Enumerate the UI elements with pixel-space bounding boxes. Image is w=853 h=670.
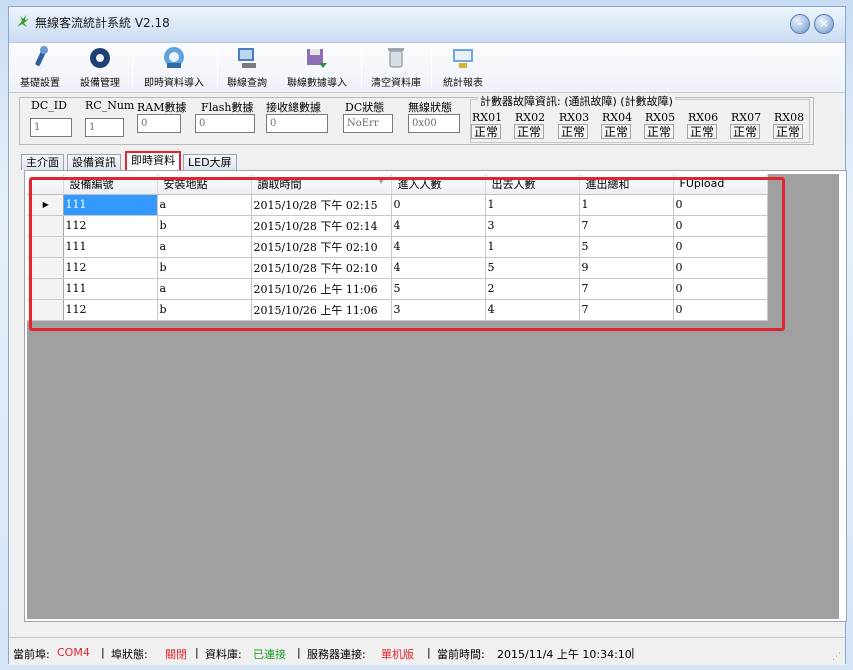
window-title: 無線客流統計系統 V2.18 — [35, 16, 170, 30]
resize-grip-icon[interactable]: ⋰ — [832, 652, 841, 662]
toolbar-label: 清空資料庫 — [371, 78, 421, 89]
toolbar-label: 聯線查詢 — [227, 78, 267, 89]
fault-info-title: 計數器故障資訊: (通訊故障) (計數故障) — [478, 93, 675, 109]
dc-id-label: DC_ID — [31, 99, 67, 112]
toolbar-clear-database-button[interactable]: 清空資料庫 — [365, 45, 427, 91]
ram-data-field[interactable] — [137, 114, 181, 133]
wireless-status-field[interactable] — [408, 114, 460, 133]
rx04-status: 正常 — [601, 124, 632, 139]
toolbar-realtime-import-button[interactable]: 即時資料導入 — [137, 45, 211, 91]
tab-led-screen[interactable]: LED大屏 — [183, 154, 237, 170]
toolbar-device-management-button[interactable]: 設備管理 — [71, 45, 129, 91]
network-icon — [164, 47, 184, 68]
toolbar-label: 即時資料導入 — [144, 78, 204, 89]
received-total-label: 接收總數據 — [266, 101, 321, 114]
time-label: 當前時間: — [437, 648, 485, 661]
rx01-label: RX01 — [472, 111, 503, 124]
flash-data-label: Flash數據 — [201, 101, 254, 114]
rx08-label: RX08 — [774, 111, 805, 124]
rx01-status: 正常 — [471, 124, 502, 139]
toolbar-online-query-button[interactable]: 聯線查詢 — [221, 45, 273, 91]
app-logo-icon — [17, 15, 29, 27]
wrench-icon — [35, 46, 48, 66]
toolbar-online-data-import-button[interactable]: 聯線數據導入 — [277, 45, 357, 91]
toolbar-label: 統計報表 — [443, 78, 483, 89]
time-value: 2015/11/4 上午 10:34:10 — [497, 648, 632, 661]
port-value: COM4 — [57, 646, 90, 659]
status-separator: | — [427, 646, 431, 659]
ram-data-label: RAM數據 — [137, 101, 187, 114]
status-separator: | — [631, 646, 635, 659]
db-label: 資料庫: — [205, 648, 242, 661]
db-value: 已連接 — [253, 648, 286, 661]
toolbar-separator — [132, 49, 133, 87]
gear-icon — [90, 48, 110, 68]
toolbar-separator — [431, 49, 432, 87]
highlight-annotation-box — [29, 177, 785, 331]
toolbar-label: 基礎設置 — [20, 78, 60, 89]
toolbar-basic-settings-button[interactable]: 基礎設置 — [11, 45, 69, 91]
status-separator: | — [101, 646, 105, 659]
flash-data-field[interactable] — [195, 114, 255, 133]
rc-num-field[interactable] — [85, 118, 124, 137]
dc-status-field[interactable] — [343, 114, 393, 133]
rx05-label: RX05 — [645, 111, 676, 124]
rc-num-label: RC_Num — [85, 99, 135, 112]
dc-status-label: DC狀態 — [345, 101, 385, 114]
trash-icon — [388, 48, 404, 68]
rx05-status: 正常 — [644, 124, 675, 139]
port-state-value: 關閉 — [165, 648, 187, 661]
rx07-label: RX07 — [731, 111, 762, 124]
tab-realtime-data[interactable]: 即時資料 — [125, 151, 181, 170]
chart-icon — [453, 49, 473, 68]
title-bar: 無線客流統計系統 V2.18 – × — [9, 7, 845, 43]
main-window: 無線客流統計系統 V2.18 – × 基礎設置 設備管理 即時資料導入 聯線查詢… — [8, 6, 847, 665]
rx03-label: RX03 — [559, 111, 590, 124]
status-separator: | — [297, 646, 301, 659]
device-status-panel: DC_ID RC_Num RAM數據 Flash數據 接收總數據 DC狀態 無線… — [9, 93, 845, 146]
received-total-field[interactable] — [266, 114, 328, 133]
rx06-label: RX06 — [688, 111, 719, 124]
wireless-status-label: 無線狀態 — [408, 101, 452, 114]
disk-icon — [307, 49, 327, 68]
port-label: 當前埠: — [13, 648, 50, 661]
toolbar-label: 設備管理 — [80, 78, 120, 89]
rx02-label: RX02 — [515, 111, 546, 124]
close-button[interactable]: × — [814, 14, 834, 34]
status-bar: 當前埠: COM4 | 埠狀態: 關閉 | 資料庫: 已連接 | 服務器連接: … — [9, 637, 845, 665]
toolbar-label: 聯線數據導入 — [287, 78, 347, 89]
port-state-label: 埠狀態: — [111, 648, 148, 661]
toolbar-statistics-report-button[interactable]: 統計報表 — [435, 45, 491, 91]
rx02-status: 正常 — [514, 124, 545, 139]
toolbar-separator — [217, 49, 218, 87]
toolbar-separator — [361, 49, 362, 87]
rx04-label: RX04 — [602, 111, 633, 124]
tab-device-info[interactable]: 設備資訊 — [67, 154, 121, 170]
server-label: 服務器連接: — [307, 648, 366, 661]
rx07-status: 正常 — [730, 124, 761, 139]
toolbar: 基礎設置 設備管理 即時資料導入 聯線查詢 聯線數據導入 清空資料庫 統計報表 — [9, 43, 845, 93]
minimize-button[interactable]: – — [790, 14, 810, 34]
server-value: 單机版 — [381, 648, 414, 661]
dc-id-field[interactable] — [30, 118, 72, 137]
rx08-status: 正常 — [773, 124, 804, 139]
status-separator: | — [195, 646, 199, 659]
rx06-status: 正常 — [687, 124, 718, 139]
monitor-icon — [238, 48, 256, 68]
rx03-status: 正常 — [558, 124, 589, 139]
tab-main[interactable]: 主介面 — [21, 154, 64, 170]
